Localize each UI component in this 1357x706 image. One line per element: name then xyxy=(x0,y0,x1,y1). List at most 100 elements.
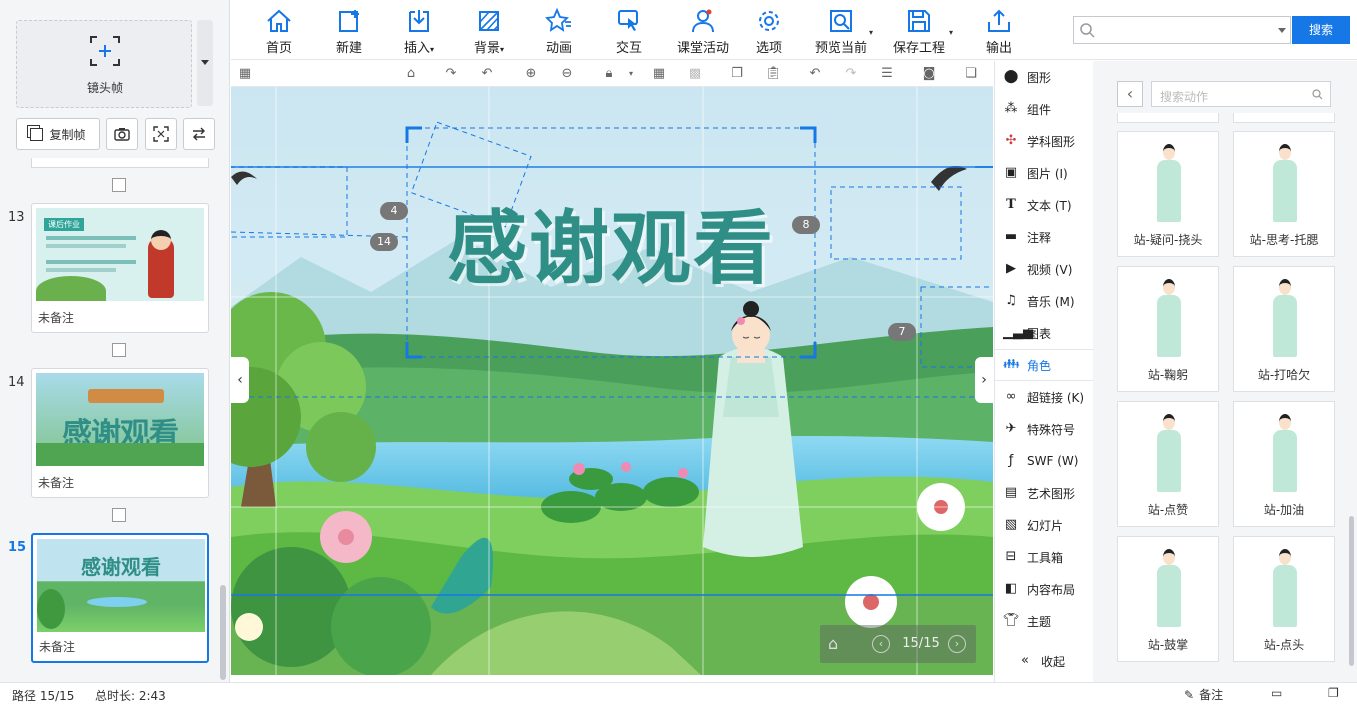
character-card[interactable]: 站-加油 xyxy=(1233,401,1335,527)
music-icon: ♫ xyxy=(1005,293,1017,308)
character-card[interactable]: 站-思考-托腮 xyxy=(1233,131,1335,257)
search-button[interactable]: 搜索 xyxy=(1292,16,1350,44)
chevron-down-icon[interactable] xyxy=(1278,28,1286,33)
component-character[interactable]: 👪︎ 角色 xyxy=(995,349,1093,381)
toolbar-save[interactable]: 保存工程 xyxy=(883,6,955,56)
character-card[interactable]: 站-疑问-挠头 xyxy=(1117,131,1219,257)
preview-dropdown-icon[interactable]: ▾ xyxy=(869,28,873,37)
fit-frame-button[interactable] xyxy=(145,118,177,150)
next-frame-arrow[interactable]: › xyxy=(975,357,993,403)
lock-icon[interactable]: 🔒︎ xyxy=(601,66,617,82)
component-shape[interactable]: ⬤ 图形 xyxy=(995,61,1093,93)
toolbar-export[interactable]: 输出 xyxy=(969,6,1029,56)
action-search-input[interactable]: 搜索动作 xyxy=(1151,81,1331,107)
component-special-symbol[interactable]: ✈ 特殊符号 xyxy=(995,413,1093,445)
global-search-input[interactable] xyxy=(1073,16,1291,44)
home-icon[interactable]: ⌂ xyxy=(828,634,838,653)
snapshot-button[interactable] xyxy=(106,118,138,150)
add-frame-button[interactable]: 镜头帧 xyxy=(16,20,192,108)
frame-order-badge[interactable]: 14 xyxy=(370,233,398,251)
slide-title[interactable]: 感谢观看 xyxy=(407,209,815,289)
component-swf[interactable]: ƒ SWF (W) xyxy=(995,445,1093,477)
character-panel-scrollbar[interactable] xyxy=(1349,516,1354,666)
component-layout[interactable]: ◧ 内容布局 xyxy=(995,573,1093,605)
component-toolbox[interactable]: ⊟ 工具箱 xyxy=(995,541,1093,573)
copy-icon[interactable]: ❐ xyxy=(729,66,745,82)
window-icon[interactable]: ❐ xyxy=(1328,686,1339,700)
grid-settings-icon[interactable]: ▩ xyxy=(687,66,703,82)
switch-frame-button[interactable] xyxy=(183,118,215,150)
transition-icon[interactable] xyxy=(112,343,126,357)
redo-icon[interactable]: ↷ xyxy=(843,66,859,82)
component-panel: ⬤ 图形 ⁂ 组件 ✣ 学科图形 ▣ 图片 (I) T 文本 (T) ▬ 注释 ▶ 视频 (V… xyxy=(994,61,1093,682)
toolbar-home[interactable]: 首页 xyxy=(249,6,309,56)
ruler-icon[interactable]: ▦ xyxy=(237,66,253,82)
component-slideshow[interactable]: ▧ 幻灯片 xyxy=(995,509,1093,541)
slide-thumbnail-14[interactable]: 感谢观看 未备注 xyxy=(31,368,209,498)
toolbar-insert[interactable]: 插入▾ xyxy=(389,6,449,56)
character-card[interactable]: 站-鞠躬 xyxy=(1117,266,1219,392)
frame-dropdown[interactable] xyxy=(197,20,213,106)
slide-thumbnail-13[interactable]: 课后作业 未备注 xyxy=(31,203,209,333)
component-hyperlink[interactable]: ∞ 超链接 (K) xyxy=(995,381,1093,413)
grid-icon[interactable]: ▦ xyxy=(651,66,667,82)
component-label: 工具箱 xyxy=(1027,550,1064,565)
slide-number: 14 xyxy=(8,375,25,390)
properties-icon[interactable]: ☰ xyxy=(879,66,895,82)
note-button[interactable]: ✎ 备注 xyxy=(1184,686,1223,703)
prev-page-icon[interactable]: ‹ xyxy=(872,635,890,653)
toolbar-options[interactable]: 选项 xyxy=(739,6,799,56)
paste-icon[interactable]: 📋︎ xyxy=(765,66,782,82)
screenshot-icon[interactable]: ◙ xyxy=(921,66,937,82)
slide-note: 未备注 xyxy=(38,311,75,325)
component-label: 内容布局 xyxy=(1027,582,1076,597)
window-icon[interactable]: ❏ xyxy=(963,66,979,82)
toolbar-interaction[interactable]: 交互 xyxy=(599,6,659,56)
transition-icon[interactable] xyxy=(112,178,126,192)
character-card[interactable]: 站-鼓掌 xyxy=(1117,536,1219,662)
component-widget[interactable]: ⁂ 组件 xyxy=(995,93,1093,125)
component-label: 图片 (I) xyxy=(1027,166,1068,181)
frame-order-badge[interactable]: 7 xyxy=(888,323,916,341)
copy-frame-button[interactable]: 复制帧 xyxy=(16,118,100,150)
component-image[interactable]: ▣ 图片 (I) xyxy=(995,157,1093,189)
character-card[interactable]: 站-点赞 xyxy=(1117,401,1219,527)
component-text[interactable]: T 文本 (T) xyxy=(995,189,1093,221)
save-dropdown-icon[interactable]: ▾ xyxy=(949,28,953,37)
lock-dropdown-icon[interactable]: ▾ xyxy=(623,66,639,82)
collapse-button[interactable]: « 收起 xyxy=(995,645,1093,677)
back-button[interactable]: ‹ xyxy=(1117,81,1143,107)
component-comment[interactable]: ▬ 注释 xyxy=(995,221,1093,253)
monitor-icon[interactable]: ▭ xyxy=(1271,686,1282,700)
frame-order-badge[interactable]: 4 xyxy=(380,202,408,220)
next-page-icon[interactable]: › xyxy=(948,635,966,653)
component-video[interactable]: ▶ 视频 (V) xyxy=(995,253,1093,285)
component-music[interactable]: ♫ 音乐 (M) xyxy=(995,285,1093,317)
toolbar-background[interactable]: 背景▾ xyxy=(459,6,519,56)
character-card[interactable]: 站-打哈欠 xyxy=(1233,266,1335,392)
slide-canvas[interactable]: 感谢观看 4 14 8 7 ‹ › ⌂ ‹ 15/15 › xyxy=(231,87,993,675)
character-figure xyxy=(1270,279,1300,357)
zoom-out-icon[interactable]: ⊖ xyxy=(559,66,575,82)
zoom-in-icon[interactable]: ⊕ xyxy=(523,66,539,82)
component-label: 图表 xyxy=(1027,326,1052,341)
component-subject-shape[interactable]: ✣ 学科图形 xyxy=(995,125,1093,157)
component-chart[interactable]: ▁▃▅ 图表 xyxy=(995,317,1093,349)
slide-thumbnail-15[interactable]: 感谢观看 未备注 xyxy=(31,533,209,663)
component-art-shape[interactable]: ▤ 艺术图形 xyxy=(995,477,1093,509)
frame-order-badge[interactable]: 8 xyxy=(792,216,820,234)
toolbar-preview[interactable]: 预览当前 xyxy=(805,6,877,56)
toolbar-new[interactable]: 新建 xyxy=(319,6,379,56)
undo-icon[interactable]: ↶ xyxy=(807,66,823,82)
character-card[interactable]: 站-点头 xyxy=(1233,536,1335,662)
rotate-right-icon[interactable]: ↷ xyxy=(443,66,459,82)
character-label: 站-鼓掌 xyxy=(1147,638,1189,652)
component-theme[interactable]: 👕︎ 主题 xyxy=(995,605,1093,637)
toolbar-animation[interactable]: 动画 xyxy=(529,6,589,56)
toolbar-class-activity[interactable]: 课堂活动 xyxy=(667,6,739,56)
rotate-left-icon[interactable]: ↶ xyxy=(479,66,495,82)
slide-panel-scrollbar[interactable] xyxy=(220,585,226,680)
home-view-icon[interactable]: ⌂ xyxy=(403,66,419,82)
prev-frame-arrow[interactable]: ‹ xyxy=(231,357,249,403)
transition-icon[interactable] xyxy=(112,508,126,522)
